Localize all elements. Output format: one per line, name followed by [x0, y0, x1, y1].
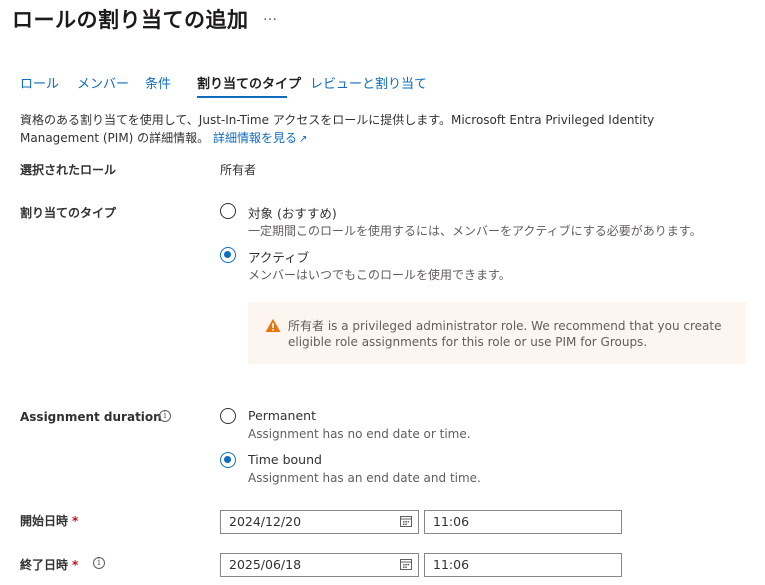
end-label-text: 終了日時 [20, 558, 69, 572]
end-datetime-label: 終了日時 * [20, 556, 78, 573]
external-link-icon: ↗ [299, 134, 308, 145]
description-text: 資格のある割り当てを使用して、Just-In-Time アクセスをロールに提供し… [20, 113, 655, 145]
option-time-bound-title: Time bound [248, 452, 322, 467]
start-datetime-label: 開始日時 * [20, 512, 78, 529]
tab-review-assign[interactable]: レビューと割り当て [310, 73, 427, 92]
active-tab-indicator [197, 96, 287, 98]
start-date-value: 2024/12/20 [229, 514, 302, 529]
more-options-button[interactable]: … [263, 8, 278, 24]
learn-more-link[interactable]: 詳細情報を見る [213, 131, 297, 145]
start-date-input[interactable]: 2024/12/20 [220, 510, 419, 534]
start-time-value: 11:06 [433, 514, 470, 529]
radio-time-bound[interactable] [220, 452, 236, 468]
option-permanent-title: Permanent [248, 408, 316, 423]
option-eligible-desc: 一定期間このロールを使用するには、メンバーをアクティブにする必要があります。 [248, 224, 702, 238]
option-permanent-desc: Assignment has no end date or time. [248, 427, 471, 441]
option-eligible-title: 対象 (おすすめ) [248, 206, 337, 221]
selected-role-value: 所有者 [220, 163, 257, 177]
info-icon[interactable]: i [159, 410, 171, 422]
tab-assignment-type[interactable]: 割り当てのタイプ [197, 73, 301, 92]
radio-eligible[interactable] [220, 203, 236, 219]
required-marker: * [72, 514, 79, 528]
page-title: ロールの割り当ての追加 [12, 8, 249, 32]
selected-role-label: 選択されたロール [20, 163, 117, 177]
calendar-icon[interactable] [400, 559, 412, 570]
option-active-desc: メンバーはいつでもこのロールを使用できます。 [248, 268, 511, 282]
option-time-bound-desc: Assignment has an end date and time. [248, 471, 481, 485]
tab-role[interactable]: ロール [20, 73, 59, 92]
tab-members[interactable]: メンバー [77, 73, 129, 92]
end-date-value: 2025/06/18 [229, 557, 302, 572]
start-label-text: 開始日時 [20, 514, 69, 528]
description: 資格のある割り当てを使用して、Just-In-Time アクセスをロールに提供し… [20, 111, 670, 149]
radio-active[interactable] [220, 247, 236, 263]
warning-text: 所有者 is a privileged administrator role. … [288, 319, 722, 349]
info-icon[interactable]: i [93, 557, 105, 569]
warning-icon [265, 318, 281, 332]
end-time-value: 11:06 [433, 557, 470, 572]
required-marker: * [72, 558, 79, 572]
calendar-icon[interactable] [400, 516, 412, 527]
assignment-duration-label: Assignment duration [20, 410, 162, 424]
end-date-input[interactable]: 2025/06/18 [220, 553, 419, 577]
tab-conditions[interactable]: 条件 [145, 73, 171, 92]
assignment-type-label: 割り当てのタイプ [20, 206, 117, 220]
option-active-title: アクティブ [248, 250, 310, 265]
end-time-input[interactable]: 11:06 [424, 553, 622, 577]
radio-permanent[interactable] [220, 408, 236, 424]
start-time-input[interactable]: 11:06 [424, 510, 622, 534]
